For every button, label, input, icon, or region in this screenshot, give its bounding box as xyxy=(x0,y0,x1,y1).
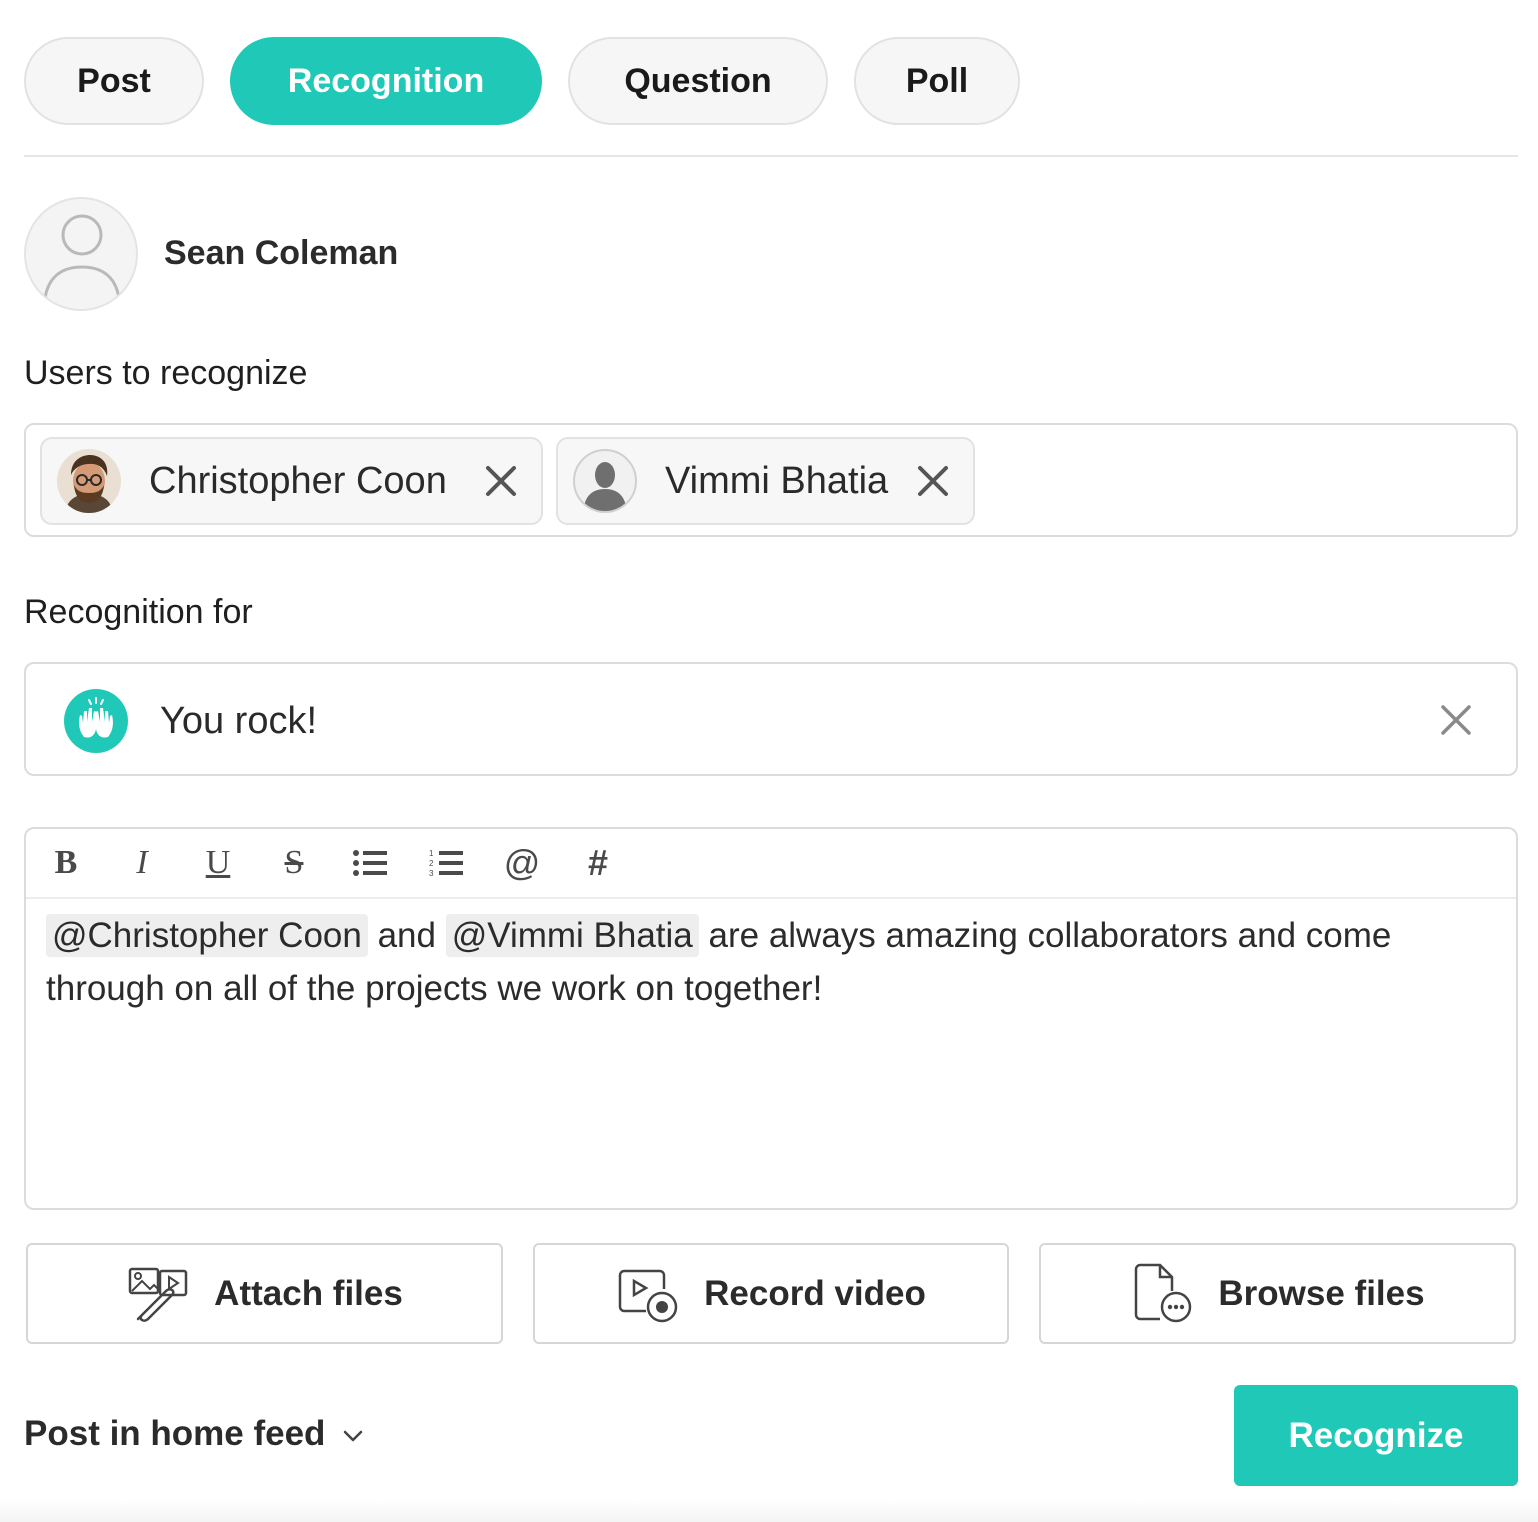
clear-recognition-icon[interactable] xyxy=(1438,702,1474,738)
tab-question-label: Question xyxy=(624,61,772,100)
user-chip-name: Christopher Coon xyxy=(149,459,447,502)
svg-text:1: 1 xyxy=(429,849,434,858)
hashtag-button[interactable]: # xyxy=(574,841,622,885)
tab-post-label: Post xyxy=(77,61,151,100)
bold-button[interactable]: B xyxy=(42,841,90,885)
user-chip-christopher-coon: Christopher Coon xyxy=(40,437,543,525)
italic-button[interactable]: I xyxy=(118,841,166,885)
bottom-edge-shade xyxy=(0,1500,1538,1522)
numbered-list-icon[interactable]: 1 2 3 xyxy=(422,841,470,885)
recognition-for-select[interactable]: You rock! xyxy=(24,662,1518,776)
record-video-label: Record video xyxy=(704,1273,926,1313)
tab-question[interactable]: Question xyxy=(568,37,828,125)
strikethrough-button[interactable]: S xyxy=(270,841,318,885)
users-to-recognize-label: Users to recognize xyxy=(24,354,308,392)
default-user-icon xyxy=(42,214,122,309)
recognize-button[interactable]: Recognize xyxy=(1234,1385,1518,1486)
post-destination-dropdown[interactable]: Post in home feed xyxy=(24,1414,365,1454)
message-editor: B I U S 1 2 3 @ # @Christopher Coon and … xyxy=(24,827,1518,1210)
recognition-value: You rock! xyxy=(160,700,318,742)
bulleted-list-icon[interactable] xyxy=(346,841,394,885)
svg-text:3: 3 xyxy=(429,869,434,878)
browse-files-icon xyxy=(1135,1263,1192,1322)
svg-text:2: 2 xyxy=(429,859,434,868)
recognition-for-label: Recognition for xyxy=(24,593,253,631)
chevron-down-icon xyxy=(344,1430,363,1442)
attach-files-label: Attach files xyxy=(214,1273,403,1313)
mention-tag: @Christopher Coon xyxy=(46,914,368,957)
editor-toolbar: B I U S 1 2 3 @ # xyxy=(26,829,1516,899)
user-photo-avatar xyxy=(57,449,121,513)
tab-poll-label: Poll xyxy=(905,61,969,100)
browse-files-label: Browse files xyxy=(1218,1273,1425,1313)
message-textarea[interactable]: @Christopher Coon and @Vimmi Bhatia are … xyxy=(46,909,1486,1015)
tab-recognition-label: Recognition xyxy=(287,61,485,100)
mention-tag: @Vimmi Bhatia xyxy=(445,914,699,957)
tabs-divider xyxy=(24,155,1518,157)
tab-post[interactable]: Post xyxy=(24,37,204,125)
author-avatar xyxy=(24,197,138,311)
record-video-button[interactable]: Record video xyxy=(533,1243,1009,1344)
attach-files-icon xyxy=(128,1267,188,1322)
author-name: Sean Coleman xyxy=(164,234,399,272)
attach-files-button[interactable]: Attach files xyxy=(26,1243,503,1344)
user-chip-name: Vimmi Bhatia xyxy=(665,459,889,502)
remove-user-christopher-coon-icon[interactable] xyxy=(481,461,521,501)
tab-poll[interactable]: Poll xyxy=(854,37,1020,125)
remove-user-vimmi-bhatia-icon[interactable] xyxy=(913,461,953,501)
mention-button[interactable]: @ xyxy=(498,841,546,885)
underline-button[interactable]: U xyxy=(194,841,242,885)
default-silhouette-avatar xyxy=(573,449,637,513)
user-chip-vimmi-bhatia: Vimmi Bhatia xyxy=(556,437,975,525)
recognition-composer: Post Recognition Question Poll Sean Cole… xyxy=(0,0,1538,1522)
users-to-recognize-field[interactable]: Christopher Coon Vimmi Bhatia xyxy=(24,423,1518,537)
tab-recognition[interactable]: Recognition xyxy=(230,37,542,125)
post-type-tabs: Post Recognition Question Poll xyxy=(24,37,1020,125)
record-video-icon xyxy=(618,1269,678,1322)
post-destination-label: Post in home feed xyxy=(24,1414,326,1453)
high-five-icon xyxy=(64,689,128,753)
message-text: and xyxy=(367,916,446,955)
browse-files-button[interactable]: Browse files xyxy=(1039,1243,1516,1344)
